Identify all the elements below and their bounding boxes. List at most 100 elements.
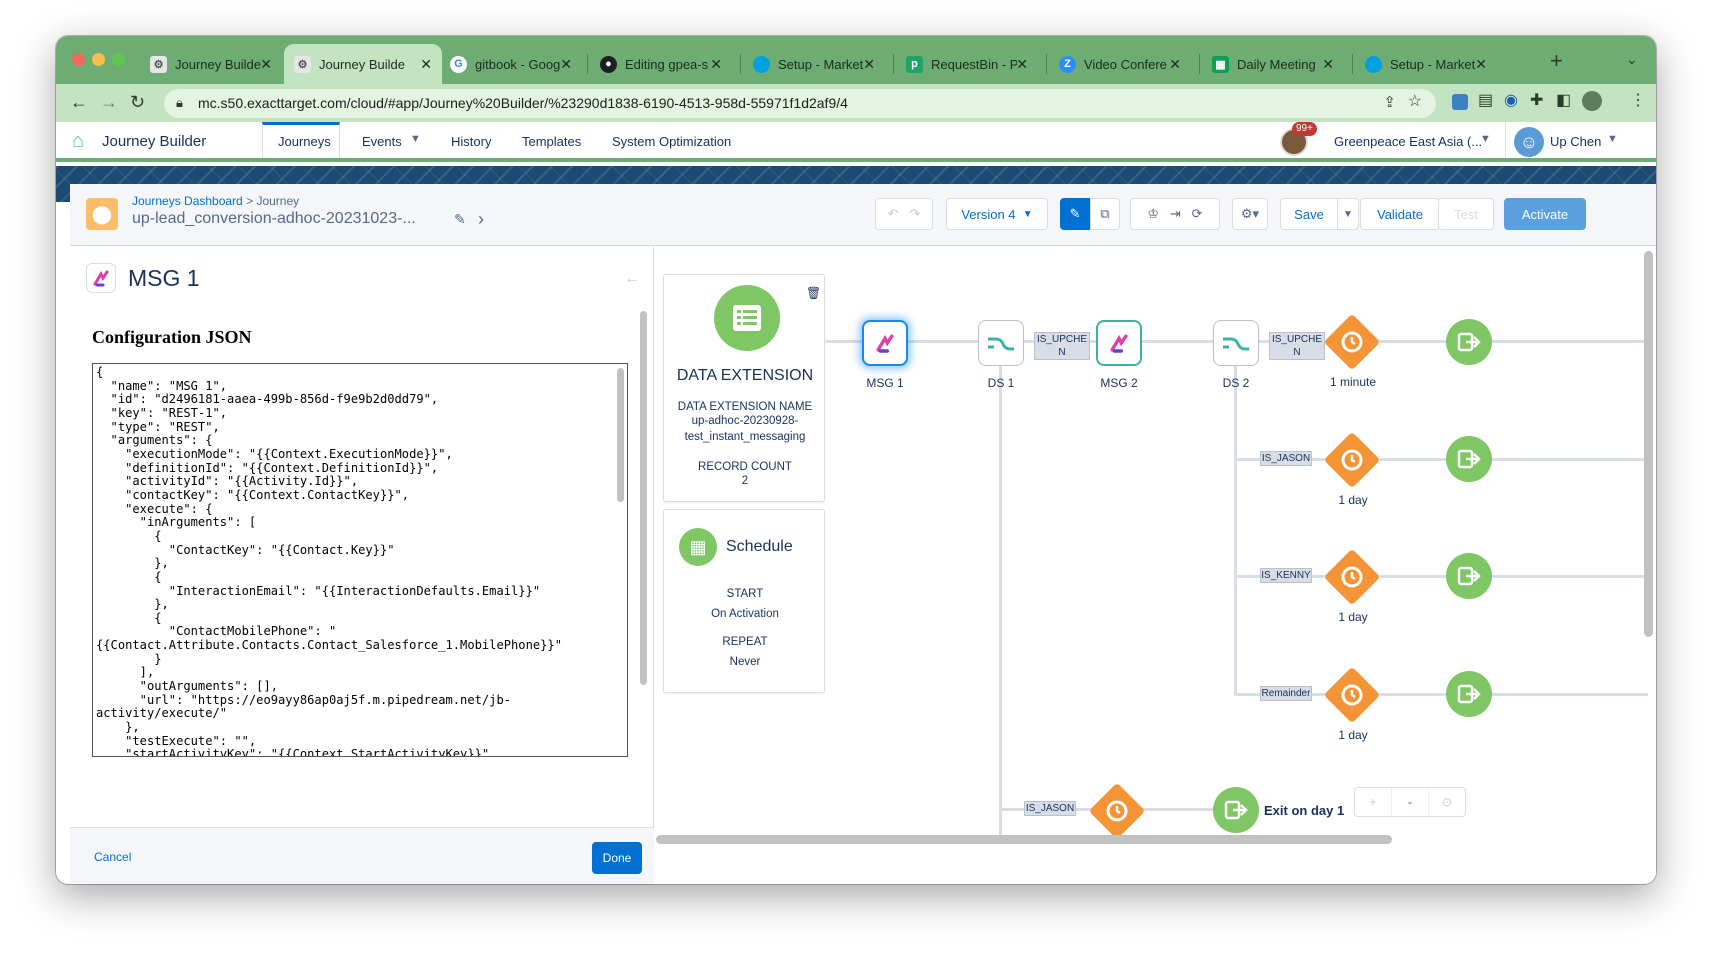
chevron-right-icon[interactable]: ›	[478, 210, 484, 228]
canvas-horizontal-scrollbar[interactable]	[656, 835, 1392, 844]
user-avatar-icon[interactable]: ☺	[1514, 127, 1544, 157]
zoom-out-button[interactable]: -	[1391, 788, 1429, 816]
zoom-in-button[interactable]: +	[1355, 788, 1391, 816]
lock-icon[interactable]: 🔒︎	[176, 96, 183, 109]
breadcrumb-link[interactable]: Journeys Dashboard	[132, 194, 243, 208]
ds1-split-node[interactable]	[978, 320, 1024, 366]
close-tab-icon[interactable]: ✕	[1016, 56, 1028, 73]
view-mode-button[interactable]: ⧉	[1090, 198, 1120, 230]
cancel-button[interactable]: Cancel	[94, 850, 131, 864]
exit-criteria-icon[interactable]: ⇥	[1170, 206, 1181, 222]
browser-tab-active[interactable]: ⚙ Journey Builde ✕	[284, 44, 442, 84]
business-unit-selector[interactable]: Greenpeace East Asia (...	[1334, 134, 1482, 149]
browser-tab[interactable]: ● Editing gpea-s ✕	[590, 44, 732, 84]
trophy-icon[interactable]: ♔	[1147, 206, 1159, 222]
app-name[interactable]: Journey Builder	[102, 133, 206, 150]
profile-avatar[interactable]	[1582, 91, 1602, 111]
journey-canvas[interactable]: 🗑︎ DATA EXTENSION DATA EXTENSION NAME up…	[654, 247, 1656, 884]
done-button[interactable]: Done	[592, 842, 642, 874]
clipboard-extension-icon[interactable]: ▤	[1478, 93, 1493, 109]
canvas-vertical-scrollbar[interactable]	[1644, 251, 1653, 637]
exit-node[interactable]	[1213, 787, 1259, 833]
sidebar-icon[interactable]: ◧	[1556, 93, 1571, 109]
close-tab-icon[interactable]: ✕	[1322, 56, 1334, 73]
exit-node[interactable]	[1446, 553, 1492, 599]
browser-tab[interactable]: Setup - Market ✕	[743, 44, 885, 84]
textarea-scrollbar[interactable]	[617, 368, 624, 502]
browser-tab[interactable]: Z Video Confere ✕	[1049, 44, 1191, 84]
settings-button[interactable]: ⚙▾	[1232, 198, 1268, 230]
extension-icon[interactable]	[1452, 94, 1468, 110]
path-label-isupchen-2[interactable]: IS_UPCHE N	[1269, 332, 1325, 360]
configuration-json-textarea[interactable]: { "name": "MSG 1", "id": "d2496181-aaea-…	[92, 363, 628, 757]
nav-tab-history[interactable]: History	[451, 134, 491, 149]
notification-badge: 99+	[1292, 122, 1317, 136]
journey-tools-group[interactable]: ♔ ⇥ ⟳	[1130, 198, 1220, 230]
minimize-window-button[interactable]	[92, 53, 105, 66]
close-window-button[interactable]	[72, 53, 85, 66]
forward-icon[interactable]: →	[100, 93, 118, 111]
msg2-activity-node[interactable]	[1096, 320, 1142, 366]
back-icon[interactable]: ←	[70, 93, 88, 111]
nav-tab-templates[interactable]: Templates	[522, 134, 581, 149]
extensions-puzzle-icon[interactable]: ✚	[1530, 93, 1543, 109]
undo-icon[interactable]: ↶	[888, 206, 899, 222]
save-dropdown-button[interactable]: ▼	[1337, 198, 1359, 230]
password-extension-icon[interactable]: ◉	[1504, 93, 1518, 109]
close-tab-icon[interactable]: ✕	[420, 56, 432, 73]
share-icon[interactable]: ⇪	[1383, 95, 1396, 110]
reentry-icon[interactable]: ⟳	[1192, 206, 1203, 222]
close-tab-icon[interactable]: ✕	[260, 56, 272, 73]
entry-source-card[interactable]: 🗑︎ DATA EXTENSION DATA EXTENSION NAME up…	[663, 274, 825, 502]
new-tab-icon[interactable]: +	[1550, 50, 1563, 72]
validate-button[interactable]: Validate	[1360, 198, 1440, 230]
undo-redo-group[interactable]: ↶ ↷	[875, 198, 933, 230]
nav-tab-system-optimization[interactable]: System Optimization	[612, 134, 731, 149]
close-tab-icon[interactable]: ✕	[560, 56, 572, 73]
browser-tab[interactable]: G gitbook - Goog ✕	[440, 44, 582, 84]
address-bar[interactable]: 🔒︎ mc.s50.exacttarget.com/cloud/#app/Jou…	[164, 89, 1436, 118]
path-label-is-kenny[interactable]: IS_KENNY	[1260, 568, 1312, 583]
path-label-remainder[interactable]: Remainder	[1260, 686, 1312, 701]
maximize-window-button[interactable]	[112, 53, 125, 66]
test-button[interactable]: Test	[1438, 198, 1494, 230]
msg1-activity-node[interactable]	[862, 320, 908, 366]
chevron-down-icon[interactable]: ▼	[410, 134, 421, 145]
trash-icon[interactable]: 🗑︎	[806, 287, 821, 299]
tab-search-icon[interactable]: ⌄	[1626, 52, 1638, 66]
browser-tab[interactable]: Setup - Market ✕	[1355, 44, 1497, 84]
chevron-down-icon[interactable]: ▼	[1607, 134, 1618, 145]
nav-tab-events[interactable]: Events	[362, 134, 402, 149]
nav-tab-journeys[interactable]: Journeys	[278, 134, 331, 149]
version-selector[interactable]: Version 4 ▼	[946, 198, 1048, 230]
schedule-card[interactable]: ▦ Schedule START On Activation REPEAT Ne…	[663, 509, 825, 693]
path-label-is-jason-bottom[interactable]: IS_JASON	[1024, 801, 1076, 816]
zoom-fit-button[interactable]: ⊙	[1429, 788, 1465, 816]
close-tab-icon[interactable]: ✕	[1475, 56, 1487, 73]
redo-icon[interactable]: ↷	[909, 206, 920, 222]
ds2-split-node[interactable]	[1213, 320, 1259, 366]
save-button[interactable]: Save	[1280, 198, 1338, 230]
back-arrow-icon[interactable]: ←	[624, 271, 640, 287]
edit-mode-button[interactable]: ✎	[1060, 198, 1090, 230]
browser-tab[interactable]: p RequestBin - P ✕	[896, 44, 1038, 84]
browser-tab[interactable]: ▦ Daily Meeting ✕	[1202, 44, 1344, 84]
bookmark-star-icon[interactable]: ☆	[1408, 94, 1422, 110]
chevron-down-icon[interactable]: ▼	[1480, 134, 1491, 145]
close-tab-icon[interactable]: ✕	[1169, 56, 1181, 73]
exit-node[interactable]	[1446, 671, 1492, 717]
browser-tab[interactable]: ⚙ Journey Builde ✕	[140, 44, 282, 84]
close-tab-icon[interactable]: ✕	[710, 56, 722, 73]
menu-kebab-icon[interactable]: ⋮	[1630, 93, 1646, 109]
panel-scrollbar[interactable]	[640, 311, 647, 685]
home-icon[interactable]: ⌂	[72, 131, 84, 151]
close-tab-icon[interactable]: ✕	[863, 56, 875, 73]
exit-node[interactable]	[1446, 319, 1492, 365]
user-menu[interactable]: Up Chen	[1550, 134, 1601, 149]
reload-icon[interactable]: ↻	[130, 93, 145, 111]
activate-button[interactable]: Activate	[1504, 198, 1586, 230]
edit-pencil-icon[interactable]: ✎	[454, 212, 466, 226]
path-label-isupchen-1[interactable]: IS_UPCHE N	[1034, 332, 1090, 360]
path-label-is-jason[interactable]: IS_JASON	[1260, 451, 1312, 466]
exit-node[interactable]	[1446, 436, 1492, 482]
